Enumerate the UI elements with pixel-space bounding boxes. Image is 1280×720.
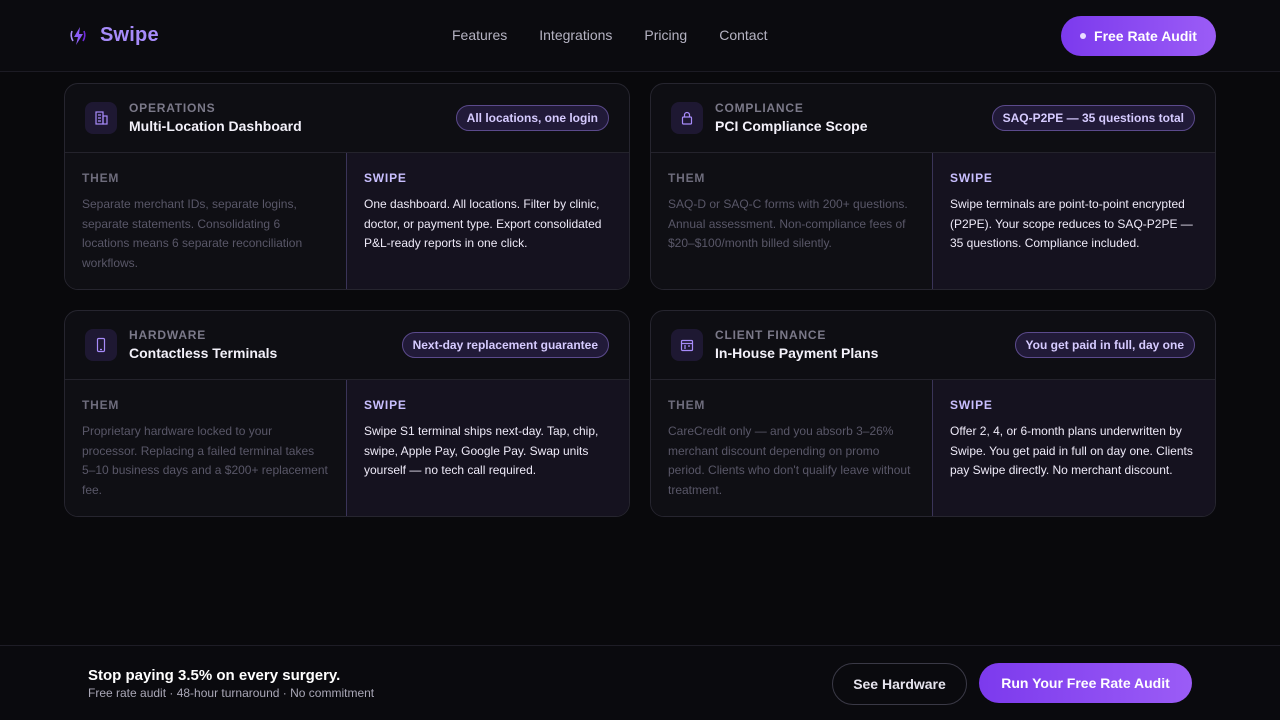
card-category: HARDWARE bbox=[129, 328, 207, 342]
swipe-column: SWIPE One dashboard. All locations. Filt… bbox=[347, 153, 629, 289]
feature-card-hardware: HARDWARE Contactless Terminals Next-day … bbox=[64, 310, 630, 517]
phone-icon bbox=[85, 329, 117, 361]
nav-contact[interactable]: Contact bbox=[719, 27, 767, 43]
them-text: CareCredit only — and you absorb 3–26% m… bbox=[668, 424, 911, 497]
feature-card-compliance: COMPLIANCE PCI Compliance Scope SAQ-P2PE… bbox=[650, 83, 1216, 290]
swipe-logo-icon bbox=[70, 26, 86, 45]
nav-integrations[interactable]: Integrations bbox=[539, 27, 612, 43]
them-column: THEM Proprietary hardware locked to your… bbox=[65, 380, 347, 516]
them-label: THEM bbox=[668, 398, 706, 412]
them-column: THEM SAQ-D or SAQ-C forms with 200+ ques… bbox=[651, 153, 933, 289]
main-nav: Features Integrations Pricing Contact bbox=[452, 27, 767, 43]
swipe-label: SWIPE bbox=[364, 398, 407, 412]
them-label: THEM bbox=[668, 171, 706, 185]
feature-card-client-finance: CLIENT FINANCE In-House Payment Plans Yo… bbox=[650, 310, 1216, 517]
feature-card-operations: OPERATIONS Multi-Location Dashboard All … bbox=[64, 83, 630, 290]
swipe-column: SWIPE Offer 2, 4, or 6-month plans under… bbox=[933, 380, 1215, 516]
card-badge: All locations, one login bbox=[455, 105, 609, 131]
card-header: OPERATIONS Multi-Location Dashboard All … bbox=[65, 84, 629, 153]
brand-logo[interactable]: Swipe bbox=[68, 24, 159, 47]
comparison-columns: THEM Proprietary hardware locked to your… bbox=[65, 380, 629, 516]
site-header: Swipe Features Integrations Pricing Cont… bbox=[0, 0, 1280, 72]
swipe-text: Swipe S1 terminal ships next-day. Tap, c… bbox=[364, 424, 599, 477]
card-badge: Next-day replacement guarantee bbox=[401, 332, 609, 358]
card-header: HARDWARE Contactless Terminals Next-day … bbox=[65, 311, 629, 380]
cta-bar-title: Stop paying 3.5% on every surgery. bbox=[88, 667, 341, 684]
dot-icon bbox=[1080, 33, 1087, 39]
swipe-text: Offer 2, 4, or 6-month plans underwritte… bbox=[950, 424, 1193, 477]
comparison-columns: THEM SAQ-D or SAQ-C forms with 200+ ques… bbox=[651, 153, 1215, 289]
run-free-rate-audit-button[interactable]: Run Your Free Rate Audit bbox=[979, 663, 1192, 703]
brand-name: Swipe bbox=[100, 24, 159, 46]
card-badge: You get paid in full, day one bbox=[1014, 332, 1195, 358]
card-header: CLIENT FINANCE In-House Payment Plans Yo… bbox=[651, 311, 1215, 380]
sticky-cta-bar: Stop paying 3.5% on every surgery. Free … bbox=[0, 645, 1280, 720]
swipe-column: SWIPE Swipe S1 terminal ships next-day. … bbox=[347, 380, 629, 516]
swipe-label: SWIPE bbox=[364, 171, 407, 185]
them-text: Separate merchant IDs, separate logins, … bbox=[82, 197, 303, 270]
building-icon bbox=[85, 102, 117, 134]
see-hardware-button[interactable]: See Hardware bbox=[832, 663, 967, 705]
free-rate-audit-label: Free Rate Audit bbox=[1094, 28, 1197, 44]
calendar-icon bbox=[671, 329, 703, 361]
free-rate-audit-button[interactable]: Free Rate Audit bbox=[1061, 16, 1216, 56]
card-title: In-House Payment Plans bbox=[715, 345, 879, 361]
swipe-column: SWIPE Swipe terminals are point-to-point… bbox=[933, 153, 1215, 289]
card-header: COMPLIANCE PCI Compliance Scope SAQ-P2PE… bbox=[651, 84, 1215, 153]
them-label: THEM bbox=[82, 398, 120, 412]
swipe-text: Swipe terminals are point-to-point encry… bbox=[950, 197, 1193, 250]
them-column: THEM Separate merchant IDs, separate log… bbox=[65, 153, 347, 289]
them-column: THEM CareCredit only — and you absorb 3–… bbox=[651, 380, 933, 516]
swipe-label: SWIPE bbox=[950, 398, 993, 412]
nav-pricing[interactable]: Pricing bbox=[644, 27, 687, 43]
card-badge: SAQ-P2PE — 35 questions total bbox=[991, 105, 1195, 131]
card-category: COMPLIANCE bbox=[715, 101, 804, 115]
swipe-text: One dashboard. All locations. Filter by … bbox=[364, 197, 602, 250]
card-title: Multi-Location Dashboard bbox=[129, 118, 302, 134]
card-category: OPERATIONS bbox=[129, 101, 216, 115]
swipe-label: SWIPE bbox=[950, 171, 993, 185]
them-text: SAQ-D or SAQ-C forms with 200+ questions… bbox=[668, 197, 908, 250]
lock-icon bbox=[671, 102, 703, 134]
them-label: THEM bbox=[82, 171, 120, 185]
nav-features[interactable]: Features bbox=[452, 27, 507, 43]
cta-bar-subtitle: Free rate audit · 48-hour turnaround · N… bbox=[88, 686, 375, 700]
card-category: CLIENT FINANCE bbox=[715, 328, 827, 342]
them-text: Proprietary hardware locked to your proc… bbox=[82, 424, 328, 497]
card-title: PCI Compliance Scope bbox=[715, 118, 868, 134]
comparison-columns: THEM Separate merchant IDs, separate log… bbox=[65, 153, 629, 289]
comparison-columns: THEM CareCredit only — and you absorb 3–… bbox=[651, 380, 1215, 516]
card-title: Contactless Terminals bbox=[129, 345, 278, 361]
